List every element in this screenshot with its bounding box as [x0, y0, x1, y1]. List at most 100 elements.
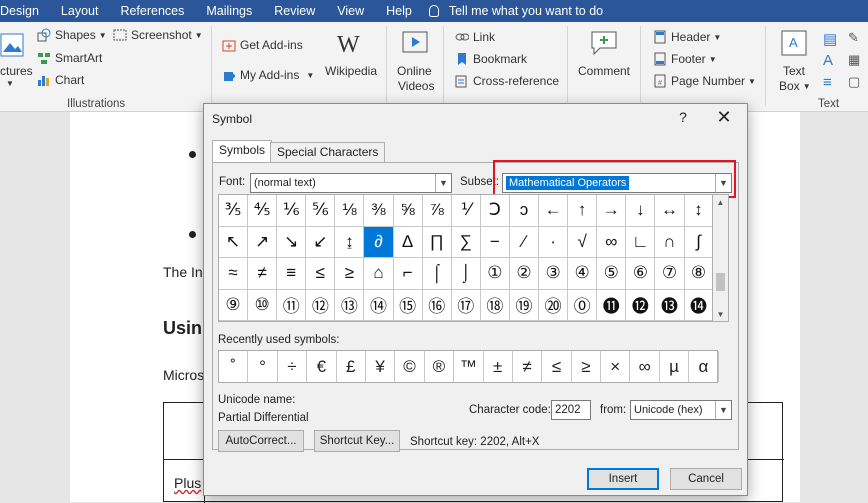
tab-design[interactable]: Design	[0, 4, 50, 18]
text-box-label-2[interactable]: Box ▼	[779, 79, 811, 93]
footer-button[interactable]: Footer ▼	[653, 52, 717, 66]
recent-symbol-cell[interactable]: µ	[660, 351, 690, 382]
symbol-cell[interactable]: ∞	[597, 226, 627, 258]
link-button[interactable]: Link	[455, 30, 495, 44]
online-videos-label-1[interactable]: Online	[397, 64, 432, 78]
recent-symbol-cell[interactable]: ˚	[219, 351, 249, 382]
screenshot-button[interactable]: Screenshot ▼	[113, 28, 203, 42]
recent-symbol-cell[interactable]: ≤	[542, 351, 572, 382]
chart-button[interactable]: Chart	[37, 73, 84, 87]
font-dropdown[interactable]: (normal text) ▼	[250, 173, 452, 193]
symbol-cell[interactable]: ∆	[393, 226, 423, 258]
symbol-cell[interactable]: ⅙	[277, 195, 307, 227]
symbol-cell[interactable]: ⑭	[364, 289, 394, 321]
symbol-cell[interactable]: Ↄ	[480, 195, 510, 227]
close-button[interactable]: ✕	[714, 107, 734, 128]
symbol-cell[interactable]: ⅚	[306, 195, 336, 227]
object-icon[interactable]: ▢	[848, 74, 860, 90]
symbol-cell[interactable]: ∏	[422, 226, 452, 258]
shortcut-key-button[interactable]: Shortcut Key...	[314, 430, 400, 452]
tab-review[interactable]: Review	[263, 4, 326, 18]
symbol-cell[interactable]: ⑧	[684, 258, 712, 290]
symbol-cell[interactable]: ⌂	[364, 258, 394, 290]
recent-symbol-cell[interactable]: ≠	[513, 351, 543, 382]
symbol-cell[interactable]: ⑮	[393, 289, 423, 321]
symbol-cell[interactable]: ⅟	[451, 195, 481, 227]
symbol-cell[interactable]: ③	[539, 258, 569, 290]
symbol-cell[interactable]: ⑩	[248, 289, 278, 321]
symbol-cell[interactable]: ⑤	[597, 258, 627, 290]
recent-symbol-cell[interactable]: ÷	[278, 351, 308, 382]
symbol-cell[interactable]: ↑	[568, 195, 598, 227]
symbol-cell[interactable]: ↖	[219, 226, 249, 258]
symbol-cell[interactable]: ↓	[626, 195, 656, 227]
recent-symbol-cell[interactable]: ×	[601, 351, 631, 382]
symbol-cell[interactable]: ↔	[655, 195, 685, 227]
symbol-cell[interactable]: ∫	[684, 227, 712, 258]
symbol-cell[interactable]: −	[480, 226, 510, 258]
symbol-cell[interactable]: ∑	[451, 226, 481, 258]
symbol-cell[interactable]: ↗	[248, 226, 278, 258]
symbol-cell[interactable]: ≥	[335, 258, 365, 290]
tab-symbols[interactable]: Symbols	[212, 140, 273, 163]
date-time-icon[interactable]: ▦	[848, 52, 860, 68]
recent-symbol-cell[interactable]: ±	[484, 351, 513, 382]
symbol-cell[interactable]: ↙	[306, 226, 336, 258]
smartart-button[interactable]: SmartArt	[37, 51, 102, 65]
autocorrect-button[interactable]: AutoCorrect...	[218, 430, 304, 452]
tab-view[interactable]: View	[326, 4, 375, 18]
symbol-cell[interactable]: ⑯	[422, 289, 452, 321]
symbol-cell[interactable]: ⑬	[335, 289, 365, 321]
page-number-button[interactable]: # Page Number ▼	[653, 74, 756, 88]
recent-symbols[interactable]: ˚ ° ÷ € £ ¥ © ® ™ ± ≠ ≤ ≥ × ∞ µ α	[218, 350, 719, 383]
symbol-cell[interactable]: ⑫	[306, 289, 336, 321]
cancel-button[interactable]: Cancel	[670, 468, 742, 490]
symbol-cell[interactable]: √	[568, 226, 598, 258]
symbol-cell[interactable]: ↨	[335, 226, 365, 258]
symbol-cell[interactable]: ②	[509, 258, 540, 290]
header-button[interactable]: Header ▼	[653, 30, 721, 44]
symbol-cell[interactable]: ⑥	[626, 258, 656, 290]
symbol-cell[interactable]: ⅜	[364, 195, 394, 227]
online-videos-label-2[interactable]: Videos	[398, 79, 434, 93]
recent-symbol-cell[interactable]: ®	[425, 351, 455, 382]
recent-symbol-cell[interactable]: α	[689, 351, 719, 382]
from-dropdown[interactable]: Unicode (hex) ▼	[630, 400, 732, 420]
symbol-cell[interactable]: ⑲	[509, 289, 540, 321]
symbol-cell[interactable]: ①	[480, 258, 510, 290]
get-addins-button[interactable]: Get Add-ins	[222, 38, 303, 52]
symbol-cell[interactable]: ≈	[219, 258, 249, 290]
symbol-cell[interactable]: ⑦	[655, 258, 685, 290]
pictures-button[interactable]: ctures	[0, 64, 33, 78]
symbol-cell[interactable]: ⌠	[422, 258, 452, 290]
text-box-label-1[interactable]: Text	[783, 64, 805, 78]
cross-reference-button[interactable]: Cross-reference	[455, 74, 559, 88]
symbol-cell[interactable]: →	[597, 195, 627, 227]
drop-cap-icon[interactable]: ≡	[823, 74, 832, 91]
recent-symbol-cell[interactable]: £	[337, 351, 366, 382]
help-button[interactable]: ?	[676, 109, 690, 125]
symbol-cell[interactable]: ⑨	[219, 289, 249, 321]
signature-line-icon[interactable]: ✎	[848, 30, 859, 46]
symbol-cell[interactable]: ⑰	[451, 289, 481, 321]
symbol-cell[interactable]: ∩	[655, 226, 685, 258]
symbol-cell[interactable]: ∕	[509, 226, 540, 258]
symbol-cell[interactable]: ⅗	[219, 195, 249, 227]
scroll-thumb[interactable]	[716, 273, 725, 291]
symbol-cell[interactable]: ≡	[277, 258, 307, 290]
symbol-cell[interactable]: ⅛	[335, 195, 365, 227]
tab-references[interactable]: References	[109, 4, 195, 18]
symbol-grid-scrollbar[interactable]: ▲ ▼	[713, 194, 729, 322]
symbol-cell[interactable]: ⓭	[655, 289, 685, 321]
tab-help[interactable]: Help	[375, 4, 423, 18]
recent-symbol-cell[interactable]: ™	[454, 351, 484, 382]
symbol-cell[interactable]: ⌡	[451, 258, 481, 290]
comment-button[interactable]: Comment	[578, 64, 630, 78]
scroll-down-icon[interactable]: ▼	[713, 307, 728, 321]
insert-button[interactable]: Insert	[587, 468, 659, 490]
bookmark-button[interactable]: Bookmark	[455, 52, 527, 66]
symbol-cell[interactable]: ↄ	[509, 195, 540, 227]
recent-symbol-cell[interactable]: €	[307, 351, 337, 382]
symbol-cell[interactable]: ⅘	[248, 195, 278, 227]
symbol-cell[interactable]: ↕	[684, 195, 712, 227]
